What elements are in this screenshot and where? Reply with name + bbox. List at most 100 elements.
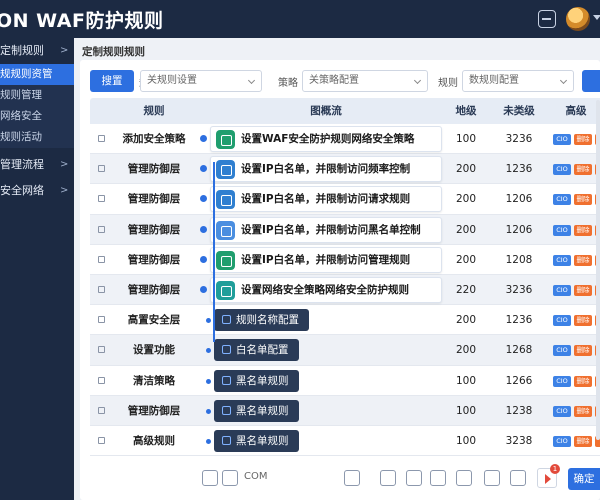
edit-button[interactable]: CIO [553, 254, 571, 266]
rule-tag[interactable]: 规则名称配置 [214, 309, 309, 332]
count-value: 1206 [505, 193, 533, 206]
table-row[interactable]: 管理防御层 设置IP白名单，并限制访问频率控制 200 1236 CIO 删除 [90, 154, 600, 185]
rule-description-card[interactable]: 设置WAF安全防护规则网络安全策略 [210, 126, 442, 152]
config-select[interactable]: 数规则配置 [462, 70, 574, 92]
chevron-down-icon[interactable] [593, 15, 600, 20]
column-header[interactable]: 地级 [444, 98, 488, 124]
edit-button[interactable]: CIO [553, 284, 571, 296]
column-header[interactable]: 高级 [552, 98, 600, 124]
sidebar-group-management[interactable]: 管理流程 > [0, 152, 74, 178]
add-rule-button[interactable] [582, 70, 600, 92]
export-icon[interactable] [202, 470, 218, 486]
sidebar-item-network-security[interactable]: 网络安全 [0, 106, 74, 127]
rule-tag[interactable]: 黑名单规则 [214, 429, 299, 452]
delete-button[interactable]: 删除 [574, 435, 592, 447]
delete-button[interactable]: 删除 [574, 375, 592, 387]
prev-page-icon[interactable] [380, 470, 396, 486]
chevron-down-icon [247, 76, 256, 85]
rule-description: 设置IP白名单，并限制访问黑名单控制 [241, 223, 421, 236]
policy-select[interactable]: 关策略配置 [302, 70, 428, 92]
table-row[interactable]: 设置功能 白名单配置 200 1268 CIO 删除 [90, 335, 600, 366]
edit-button[interactable]: CIO [553, 224, 571, 236]
copy-icon[interactable] [430, 470, 446, 486]
delete-button[interactable]: 删除 [574, 405, 592, 417]
delete-button[interactable]: 删除 [574, 254, 592, 266]
rule-description-card[interactable]: 设置网络安全策略网络安全防护规则 [210, 276, 442, 303]
refresh-page-icon[interactable] [510, 470, 526, 486]
search-button[interactable]: 搜置 [90, 70, 134, 92]
rule-name: 管理防御层 [127, 253, 181, 266]
table-row[interactable]: 管理防御层 设置网络安全策略网络安全防护规则 220 3236 CIO 删除 [90, 274, 600, 306]
edit-button[interactable]: CIO [553, 375, 571, 387]
avatar[interactable] [566, 7, 590, 31]
table-row[interactable]: 管理防御层 设置IP白名单，并限制访问黑名单控制 200 1206 CIO 删除 [90, 214, 600, 245]
filter-label: 规则 [438, 78, 458, 89]
rule-tag[interactable]: 白名单配置 [214, 339, 299, 362]
edit-button[interactable]: CIO [553, 315, 571, 327]
sidebar-group-security[interactable]: 安全网络 > [0, 178, 74, 204]
bullet-dot [206, 318, 211, 324]
delete-button[interactable]: 删除 [574, 224, 592, 236]
table-row[interactable]: 管理防御层 设置IP白名单，并限制访问请求规则 200 1206 CIO 删除 [90, 184, 600, 215]
rule-select[interactable]: 关规则设置 [140, 70, 262, 92]
sidebar-item-rule-activity[interactable]: 规则活动 [0, 127, 74, 148]
sidebar-item-label: 网络安全 [0, 110, 42, 122]
tag-icon [222, 375, 231, 385]
bullet-dot [206, 438, 211, 444]
delete-button[interactable]: 删除 [574, 164, 592, 176]
rule-description-card[interactable]: 设置IP白名单，并限制访问管理规则 [210, 246, 442, 273]
rule-description-card[interactable]: 设置IP白名单，并限制访问请求规则 [210, 186, 442, 213]
sidebar-item-active[interactable]: 规规则资管 [0, 64, 74, 85]
rule-name: 设置功能 [133, 344, 175, 357]
refresh-icon[interactable] [222, 470, 238, 486]
table-row[interactable]: 高置安全层 规则名称配置 200 1236 CIO 删除 [90, 305, 600, 336]
sidebar-group-custom-rules[interactable]: 定制规则 > [0, 38, 74, 64]
delete-button[interactable]: 删除 [574, 315, 592, 327]
rule-description: 设置IP白名单，并限制访问管理规则 [241, 253, 411, 266]
level-value: 200 [455, 344, 477, 357]
table-row[interactable]: 管理防御层 设置IP白名单，并限制访问管理规则 200 1208 CIO 删除 [90, 244, 600, 275]
edit-button[interactable]: CIO [553, 134, 571, 145]
delete-button[interactable]: 删除 [574, 345, 592, 357]
bullet-dot [206, 378, 211, 384]
rule-name: 管理防御层 [127, 163, 181, 176]
delete-button[interactable]: 删除 [574, 194, 592, 206]
table-row[interactable]: 高级规则 黑名单规则 100 3238 CIO 删除 [90, 426, 600, 457]
link-icon[interactable] [406, 470, 422, 486]
notification-badge: 1 [550, 464, 560, 474]
rule-name: 高级规则 [133, 434, 175, 447]
column-header[interactable]: 未类级 [488, 98, 550, 124]
confirm-button[interactable]: 确定 [568, 468, 600, 490]
edit-button[interactable]: CIO [553, 194, 571, 206]
table-row[interactable]: 添加安全策略 设置WAF安全防护规则网络安全策略 100 3236 CIO 删除 [90, 124, 600, 155]
rule-name: 添加安全策略 [122, 133, 186, 145]
level-value: 100 [455, 404, 477, 417]
level-value: 100 [455, 133, 477, 145]
edit-button[interactable]: CIO [553, 435, 571, 447]
edit-button[interactable]: CIO [553, 405, 571, 417]
rule-name: 管理防御层 [127, 404, 181, 417]
column-header[interactable]: 规则 [104, 98, 204, 124]
rule-tag[interactable]: 黑名单规则 [214, 399, 299, 422]
sidebar-item-rule-management[interactable]: 规则管理 [0, 85, 74, 106]
edit-button[interactable]: CIO [553, 345, 571, 357]
column-header[interactable]: 图概流 [210, 98, 442, 124]
rule-tag[interactable]: 黑名单规则 [214, 369, 299, 392]
rule-tag-label: 白名单配置 [236, 344, 289, 357]
edit-button[interactable]: CIO [553, 164, 571, 176]
rule-description-card[interactable]: 设置IP白名单，并限制访问黑名单控制 [210, 216, 442, 243]
tag-icon [222, 435, 231, 445]
table-row[interactable]: 管理防御层 黑名单规则 100 1238 CIO 删除 [90, 395, 600, 426]
delete-button[interactable]: 删除 [574, 284, 592, 296]
count-value: 3236 [505, 133, 533, 145]
share-icon[interactable] [484, 470, 500, 486]
list-icon[interactable] [456, 470, 472, 486]
table-row[interactable]: 清洁策略 黑名单规则 100 1266 CIO 删除 [90, 366, 600, 396]
delete-button[interactable]: 删除 [574, 134, 592, 145]
scrollbar[interactable] [596, 100, 600, 440]
message-icon[interactable] [538, 10, 556, 28]
level-value: 200 [455, 253, 477, 266]
first-page-icon[interactable] [344, 470, 360, 486]
rule-description-card[interactable]: 设置IP白名单，并限制访问频率控制 [210, 156, 442, 183]
rule-tag-label: 黑名单规则 [236, 434, 289, 447]
